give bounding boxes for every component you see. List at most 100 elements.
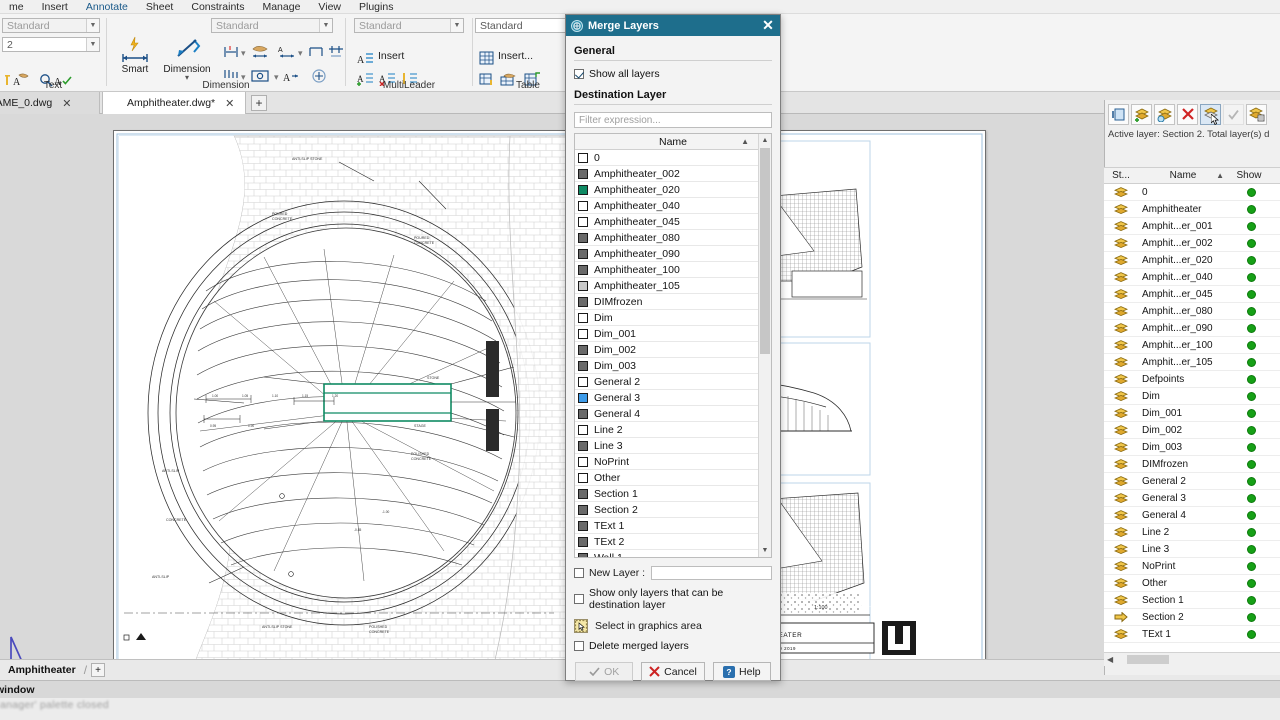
layer-show-toggle[interactable] bbox=[1230, 392, 1272, 401]
chevron-down-icon[interactable]: ▼ bbox=[450, 19, 463, 32]
layer-stack-icon[interactable] bbox=[1104, 425, 1138, 436]
layer-stack-icon[interactable] bbox=[1104, 323, 1138, 334]
sort-ascending-icon[interactable]: ▲ bbox=[741, 137, 749, 146]
linear-dimension-icon[interactable] bbox=[221, 42, 240, 61]
new-layout-tab-button[interactable]: + bbox=[91, 663, 105, 677]
close-icon[interactable]: ✕ bbox=[62, 97, 71, 110]
layer-show-toggle[interactable] bbox=[1230, 324, 1272, 333]
destination-layer-row[interactable]: 0 bbox=[575, 150, 771, 166]
destination-layer-row[interactable]: Amphitheater_002 bbox=[575, 166, 771, 182]
destination-layer-row[interactable]: Amphitheater_040 bbox=[575, 198, 771, 214]
layer-show-toggle[interactable] bbox=[1230, 562, 1272, 571]
layer-color-swatch[interactable] bbox=[578, 153, 588, 163]
layer-row[interactable]: General 4 bbox=[1104, 507, 1280, 524]
merge-layers-button[interactable] bbox=[1200, 104, 1221, 125]
menu-item-manage[interactable]: Manage bbox=[253, 0, 309, 14]
layer-show-toggle[interactable] bbox=[1230, 443, 1272, 452]
layer-color-swatch[interactable] bbox=[578, 377, 588, 387]
document-tab-amphitheater[interactable]: Amphitheater.dwg* ✕ bbox=[102, 92, 246, 114]
menu-item-plugins[interactable]: Plugins bbox=[350, 0, 402, 14]
layer-color-swatch[interactable] bbox=[578, 313, 588, 323]
layer-color-swatch[interactable] bbox=[578, 409, 588, 419]
layer-stack-icon[interactable] bbox=[1104, 357, 1138, 368]
menu-item-sheet[interactable]: Sheet bbox=[137, 0, 182, 14]
layer-color-swatch[interactable] bbox=[578, 441, 588, 451]
destination-layer-row[interactable]: Amphitheater_090 bbox=[575, 246, 771, 262]
layout-tab-amphitheater[interactable]: Amphitheater bbox=[0, 660, 84, 681]
layer-stack-icon[interactable] bbox=[1104, 510, 1138, 521]
scrollbar-thumb[interactable] bbox=[1127, 655, 1169, 664]
layer-show-toggle[interactable] bbox=[1230, 256, 1272, 265]
layer-stack-icon[interactable] bbox=[1104, 578, 1138, 589]
layers-column-show[interactable]: Show bbox=[1228, 170, 1270, 181]
layer-stack-icon[interactable] bbox=[1104, 255, 1138, 266]
destination-layer-row[interactable]: Section 1 bbox=[575, 486, 771, 502]
layer-stack-icon[interactable] bbox=[1104, 204, 1138, 215]
destination-layer-row[interactable]: Dim bbox=[575, 310, 771, 326]
layer-stack-icon[interactable] bbox=[1104, 289, 1138, 300]
layer-stack-icon[interactable] bbox=[1104, 544, 1138, 555]
text-style-combo[interactable]: Standard ▼ bbox=[2, 18, 100, 33]
layer-color-swatch[interactable] bbox=[578, 217, 588, 227]
table-style-combo[interactable]: Standard bbox=[475, 18, 579, 33]
destination-grid-header[interactable]: Name ▲ bbox=[575, 134, 771, 150]
layer-stack-icon[interactable] bbox=[1104, 476, 1138, 487]
layer-show-toggle[interactable] bbox=[1230, 409, 1272, 418]
layer-color-swatch[interactable] bbox=[578, 169, 588, 179]
dimension-button[interactable]: Dimension ▾ bbox=[159, 36, 215, 81]
layer-stack-icon[interactable] bbox=[1104, 238, 1138, 249]
destination-layer-row[interactable]: Amphitheater_020 bbox=[575, 182, 771, 198]
layer-stack-icon[interactable] bbox=[1104, 306, 1138, 317]
layer-row[interactable]: DIMfrozen bbox=[1104, 456, 1280, 473]
layer-row[interactable]: Section 2 bbox=[1104, 609, 1280, 626]
layer-stack-icon[interactable] bbox=[1104, 527, 1138, 538]
destination-layer-row[interactable]: Amphitheater_100 bbox=[575, 262, 771, 278]
layer-color-swatch[interactable] bbox=[578, 201, 588, 211]
layer-stack-icon[interactable] bbox=[1104, 340, 1138, 351]
destination-layer-row[interactable]: Line 2 bbox=[575, 422, 771, 438]
layer-color-swatch[interactable] bbox=[578, 345, 588, 355]
layer-row[interactable]: General 3 bbox=[1104, 490, 1280, 507]
destination-layer-row[interactable]: Dim_001 bbox=[575, 326, 771, 342]
layer-color-swatch[interactable] bbox=[578, 473, 588, 483]
angular-dimension-icon[interactable]: A bbox=[277, 42, 296, 61]
layer-row[interactable]: Amphit...er_002 bbox=[1104, 235, 1280, 252]
scroll-up-icon[interactable]: ▲ bbox=[759, 134, 771, 147]
text-size-combo[interactable]: 2 ▼ bbox=[2, 37, 100, 52]
chevron-down-icon[interactable]: ▼ bbox=[86, 38, 99, 51]
layer-row[interactable]: Dim_001 bbox=[1104, 405, 1280, 422]
layer-show-toggle[interactable] bbox=[1230, 545, 1272, 554]
new-layer-button[interactable] bbox=[1131, 104, 1152, 125]
layer-stack-icon[interactable] bbox=[1104, 493, 1138, 504]
layer-show-toggle[interactable] bbox=[1230, 630, 1272, 639]
select-in-graphics-row[interactable]: Select in graphics area bbox=[574, 619, 772, 633]
layer-color-swatch[interactable] bbox=[578, 457, 588, 467]
layer-row[interactable]: Other bbox=[1104, 575, 1280, 592]
layer-stack-icon[interactable] bbox=[1104, 391, 1138, 402]
layer-row[interactable]: Dim bbox=[1104, 388, 1280, 405]
chevron-down-icon[interactable]: ▼ bbox=[319, 19, 332, 32]
layer-states-button[interactable] bbox=[1246, 104, 1267, 125]
layer-show-toggle[interactable] bbox=[1230, 426, 1272, 435]
layer-row[interactable]: Section 1 bbox=[1104, 592, 1280, 609]
select-in-graphics-icon[interactable] bbox=[574, 619, 588, 633]
layer-row[interactable]: Amphitheater bbox=[1104, 201, 1280, 218]
layer-row[interactable]: Amphit...er_100 bbox=[1104, 337, 1280, 354]
layer-show-toggle[interactable] bbox=[1230, 511, 1272, 520]
destination-layer-list[interactable]: 0Amphitheater_002Amphitheater_020Amphith… bbox=[575, 150, 771, 557]
dropdown-dot[interactable]: ▾ bbox=[241, 48, 246, 59]
layer-row[interactable]: NoPrint bbox=[1104, 558, 1280, 575]
document-tab-name0[interactable]: NAME_0.dwg ✕ bbox=[0, 92, 100, 114]
new-layer-checkbox[interactable] bbox=[574, 568, 584, 578]
destination-layer-row[interactable]: TExt 1 bbox=[575, 518, 771, 534]
layer-stack-icon[interactable] bbox=[1104, 221, 1138, 232]
layer-color-swatch[interactable] bbox=[578, 249, 588, 259]
layer-row[interactable]: Amphit...er_045 bbox=[1104, 286, 1280, 303]
layer-show-toggle[interactable] bbox=[1230, 477, 1272, 486]
layer-color-swatch[interactable] bbox=[578, 281, 588, 291]
layer-row[interactable]: Amphit...er_040 bbox=[1104, 269, 1280, 286]
layer-show-toggle[interactable] bbox=[1230, 494, 1272, 503]
layer-stack-icon[interactable] bbox=[1104, 629, 1138, 640]
destination-layer-row[interactable]: Section 2 bbox=[575, 502, 771, 518]
destination-layer-row[interactable]: Dim_002 bbox=[575, 342, 771, 358]
